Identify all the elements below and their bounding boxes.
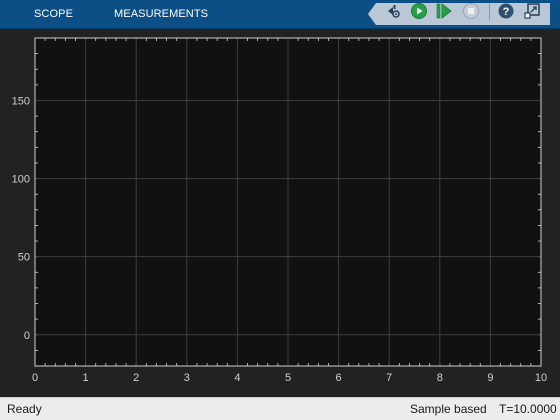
y-tick-label: 100 <box>12 174 30 186</box>
tab-scope[interactable]: SCOPE <box>34 0 73 28</box>
x-tick-label: 7 <box>386 372 392 384</box>
scope-display: 0 1 2 3 4 5 6 7 8 9 10 0 50 100 150 <box>0 29 560 397</box>
help-glyph: ? <box>503 6 510 18</box>
help-icon[interactable]: ? <box>497 2 515 20</box>
top-toolbar: SCOPE MEASUREMENTS ? <box>0 0 560 29</box>
y-tick-label: 50 <box>18 252 30 264</box>
toolbar-separator <box>489 3 490 20</box>
x-tick-label: 6 <box>336 372 342 384</box>
status-mode: Sample based <box>410 402 487 416</box>
x-tick-label: 0 <box>32 372 38 384</box>
status-ready: Ready <box>7 402 42 416</box>
x-tick-label: 4 <box>234 372 240 384</box>
undock-icon[interactable] <box>523 2 541 20</box>
x-tick-label: 1 <box>83 372 89 384</box>
tab-measurements[interactable]: MEASUREMENTS <box>114 0 208 28</box>
status-bar: Ready Sample based T=10.0000 <box>0 397 560 420</box>
x-tick-label: 9 <box>487 372 493 384</box>
x-tick-label: 10 <box>535 372 547 384</box>
x-tick-label: 2 <box>133 372 139 384</box>
x-tick-label: 3 <box>184 372 190 384</box>
settings-icon[interactable] <box>384 2 402 20</box>
y-tick-label: 0 <box>24 330 30 342</box>
x-tick-label: 8 <box>437 372 443 384</box>
plot-area[interactable]: 0 1 2 3 4 5 6 7 8 9 10050100150 <box>0 29 560 397</box>
run-icon[interactable] <box>410 2 428 20</box>
stop-icon[interactable] <box>462 2 480 20</box>
step-forward-icon[interactable] <box>435 2 453 20</box>
scope-window: SCOPE MEASUREMENTS ? 0 1 2 3 4 5 6 7 8 9… <box>0 0 560 420</box>
y-tick-label: 150 <box>12 95 30 107</box>
status-time: T=10.0000 <box>499 402 557 416</box>
x-tick-label: 5 <box>285 372 291 384</box>
